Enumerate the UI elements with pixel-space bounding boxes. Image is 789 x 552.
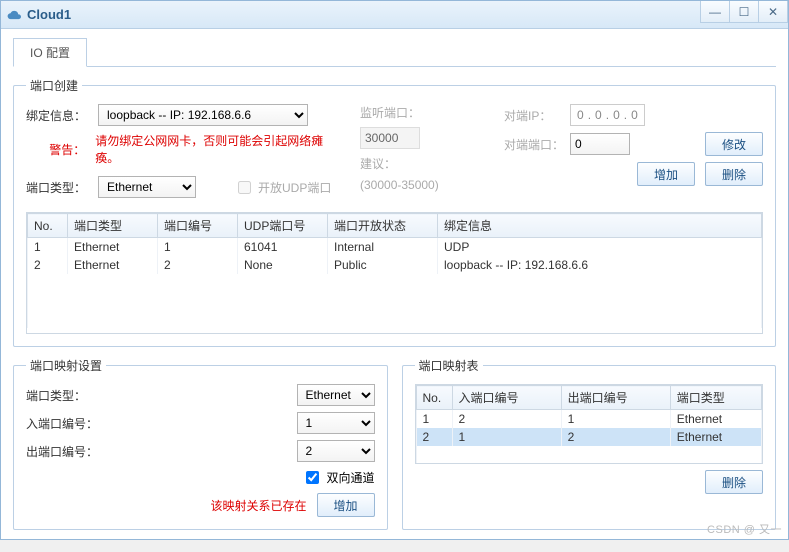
bidirectional-checkbox[interactable]: 双向通道 bbox=[302, 468, 374, 487]
table-row[interactable]: 1 Ethernet 1 61041 Internal UDP bbox=[28, 238, 762, 257]
bind-info-label: 绑定信息： bbox=[26, 107, 92, 124]
warning-label: 警告： bbox=[26, 141, 89, 158]
map-list-table[interactable]: No. 入端口编号 出端口编号 端口类型 1 2 1 Ethernet bbox=[415, 384, 764, 464]
window-title: Cloud1 bbox=[27, 7, 71, 22]
port-delete-button[interactable]: 删除 bbox=[705, 162, 763, 186]
open-udp-checkbox[interactable]: 开放UDP端口 bbox=[234, 178, 331, 197]
maximize-button[interactable]: ☐ bbox=[729, 1, 759, 23]
cloud-icon bbox=[7, 8, 21, 22]
close-button[interactable]: ✕ bbox=[758, 1, 788, 23]
map-out-select[interactable]: 2 bbox=[297, 440, 375, 462]
table-row[interactable]: 2 Ethernet 2 None Public loopback -- IP:… bbox=[28, 256, 762, 274]
port-map-list-group: 端口映射表 No. 入端口编号 出端口编号 端口类型 1 2 bbox=[402, 357, 777, 530]
tab-bar: IO 配置 bbox=[13, 37, 776, 67]
map-in-select[interactable]: 1 bbox=[297, 412, 375, 434]
table-row[interactable]: 2 1 2 Ethernet bbox=[416, 428, 762, 446]
port-create-legend: 端口创建 bbox=[26, 77, 82, 94]
peer-ip-input[interactable]: 0. 0. 0. 0 bbox=[570, 104, 645, 126]
map-type-label: 端口类型： bbox=[26, 387, 112, 404]
map-type-select[interactable]: Ethernet bbox=[297, 384, 375, 406]
map-exist-msg: 该映射关系已存在 bbox=[210, 497, 306, 514]
map-settings-legend: 端口映射设置 bbox=[26, 357, 106, 374]
map-add-button[interactable]: 增加 bbox=[317, 493, 375, 517]
listen-suggest-label: 建议： bbox=[360, 155, 396, 172]
tab-io-config[interactable]: IO 配置 bbox=[13, 38, 87, 67]
table-row[interactable]: 1 2 1 Ethernet bbox=[416, 410, 762, 429]
peer-port-label: 对端端口： bbox=[504, 136, 564, 153]
port-type-select[interactable]: Ethernet bbox=[98, 176, 196, 198]
listen-port-input bbox=[360, 127, 420, 149]
minimize-button[interactable]: — bbox=[700, 1, 730, 23]
port-table[interactable]: No. 端口类型 端口编号 UDP端口号 端口开放状态 绑定信息 1 Ether… bbox=[26, 212, 763, 334]
peer-ip-label: 对端IP： bbox=[504, 107, 564, 124]
modify-button[interactable]: 修改 bbox=[705, 132, 763, 156]
map-in-label: 入端口编号： bbox=[26, 415, 112, 432]
titlebar: Cloud1 — ☐ ✕ bbox=[1, 1, 788, 29]
map-list-legend: 端口映射表 bbox=[415, 357, 483, 374]
listen-port-label: 监听端口： bbox=[360, 104, 420, 121]
watermark: CSDN @ 又一 bbox=[707, 521, 782, 537]
map-out-label: 出端口编号： bbox=[26, 443, 112, 460]
port-add-button[interactable]: 增加 bbox=[637, 162, 695, 186]
map-delete-button[interactable]: 删除 bbox=[705, 470, 763, 494]
listen-range: (30000-35000) bbox=[360, 178, 439, 192]
peer-port-input[interactable] bbox=[570, 133, 630, 155]
port-type-label: 端口类型： bbox=[26, 179, 92, 196]
warning-text: 请勿绑定公网网卡，否则可能会引起网络瘫痪。 bbox=[95, 132, 336, 166]
port-create-group: 端口创建 绑定信息： loopback -- IP: 192.168.6.6 警… bbox=[13, 77, 776, 347]
bind-info-select[interactable]: loopback -- IP: 192.168.6.6 bbox=[98, 104, 308, 126]
port-map-settings-group: 端口映射设置 端口类型： Ethernet 入端口编号： 1 出端口编号： 2 bbox=[13, 357, 388, 530]
